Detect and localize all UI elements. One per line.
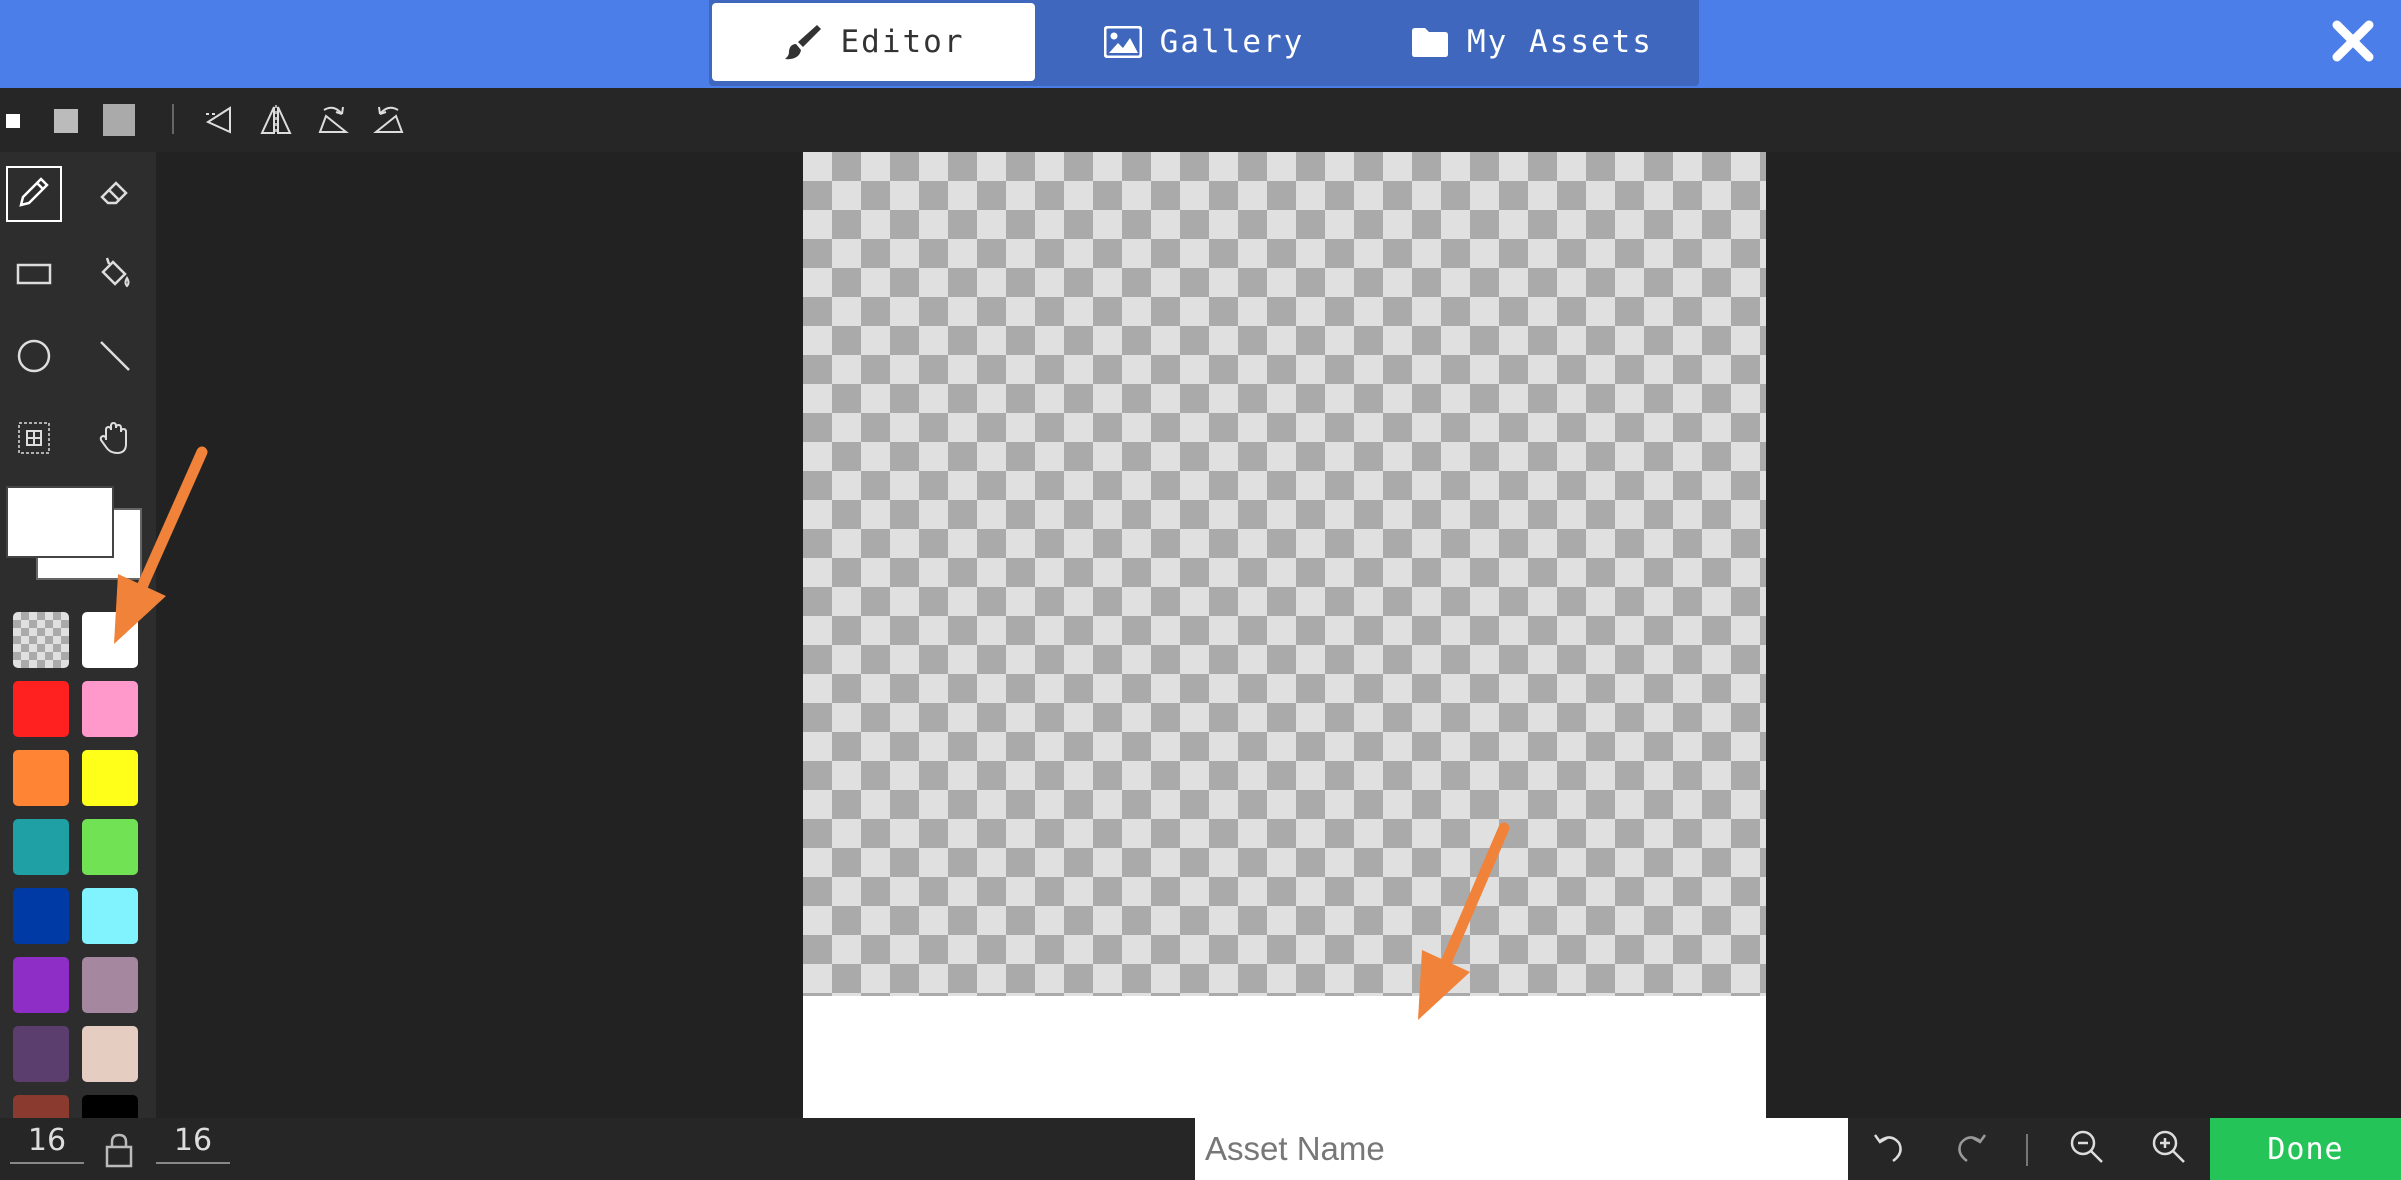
- marquee-select-tool[interactable]: [6, 412, 62, 468]
- tab-editor[interactable]: Editor: [712, 3, 1035, 81]
- bottom-divider: [2026, 1134, 2028, 1166]
- swatch-purple[interactable]: [13, 957, 69, 1013]
- zoom-in-icon: [2151, 1129, 2187, 1169]
- swatch-mauve[interactable]: [82, 957, 138, 1013]
- tab-gallery-label: Gallery: [1159, 24, 1305, 60]
- brush-size-large[interactable]: [103, 104, 135, 136]
- tab-my-assets[interactable]: My Assets: [1369, 3, 1695, 81]
- close-icon: [2330, 20, 2376, 68]
- swatch-white[interactable]: [82, 612, 138, 668]
- circle-icon: [16, 338, 52, 378]
- close-button[interactable]: [2330, 18, 2376, 64]
- flip-horizontal-icon[interactable]: [204, 104, 236, 140]
- toolbar-divider: [172, 104, 174, 134]
- width-input[interactable]: [10, 1118, 84, 1164]
- pencil-icon: [17, 175, 51, 213]
- swatch-red[interactable]: [13, 681, 69, 737]
- top-bar: Editor Gallery My Assets: [0, 0, 2401, 88]
- undo-icon: [1871, 1129, 1907, 1169]
- swatch-transparent[interactable]: [13, 612, 69, 668]
- mode-tabs: Editor Gallery My Assets: [709, 0, 1699, 86]
- swatch-dark-blue[interactable]: [13, 888, 69, 944]
- redo-icon: [1953, 1129, 1989, 1169]
- swatch-brown[interactable]: [13, 1095, 69, 1118]
- fill-bucket-icon: [97, 256, 133, 296]
- swatch-light-blue[interactable]: [82, 888, 138, 944]
- swatch-beige[interactable]: [82, 1026, 138, 1082]
- fill-bucket-tool[interactable]: [87, 248, 143, 304]
- swatch-orange[interactable]: [13, 750, 69, 806]
- brush-size-medium[interactable]: [54, 109, 78, 133]
- rotate-clockwise-icon[interactable]: [316, 104, 350, 140]
- toolbar: [0, 88, 2401, 152]
- swatch-green[interactable]: [82, 819, 138, 875]
- rectangle-icon: [16, 262, 52, 290]
- eraser-tool[interactable]: [87, 166, 143, 222]
- image-icon: [1103, 26, 1142, 58]
- bottom-bar: Done: [0, 1118, 2401, 1180]
- zoom-out-icon: [2069, 1129, 2105, 1169]
- brush-size-small[interactable]: [6, 114, 20, 128]
- paintbrush-icon: [783, 22, 823, 62]
- pencil-tool[interactable]: [6, 166, 62, 222]
- marquee-icon: [17, 421, 51, 459]
- redo-button[interactable]: [1948, 1126, 1994, 1172]
- eraser-icon: [98, 175, 132, 213]
- tab-gallery[interactable]: Gallery: [1039, 3, 1369, 81]
- swatch-teal[interactable]: [13, 819, 69, 875]
- circle-tool[interactable]: [6, 330, 62, 386]
- canvas-bottom-area: [803, 996, 1766, 1118]
- zoom-in-button[interactable]: [2146, 1126, 2192, 1172]
- drawing-canvas[interactable]: [803, 152, 1766, 996]
- rectangle-tool[interactable]: [6, 248, 62, 304]
- done-button[interactable]: Done: [2210, 1118, 2401, 1180]
- flip-vertical-icon[interactable]: [260, 104, 292, 140]
- asset-name-input[interactable]: [1195, 1118, 1848, 1180]
- height-input[interactable]: [156, 1118, 230, 1164]
- folder-icon: [1411, 26, 1449, 58]
- undo-button[interactable]: [1866, 1126, 1912, 1172]
- swatch-black[interactable]: [82, 1095, 138, 1118]
- line-icon: [97, 338, 133, 378]
- line-tool[interactable]: [87, 330, 143, 386]
- tab-my-assets-label: My Assets: [1467, 24, 1653, 60]
- swatch-pink[interactable]: [82, 681, 138, 737]
- lock-icon[interactable]: [104, 1132, 134, 1172]
- tool-palette: [0, 152, 156, 1118]
- swatch-yellow[interactable]: [82, 750, 138, 806]
- zoom-out-button[interactable]: [2064, 1126, 2110, 1172]
- tab-editor-label: Editor: [840, 24, 965, 60]
- pan-hand-icon: [98, 420, 132, 460]
- swatch-dark-purple[interactable]: [13, 1026, 69, 1082]
- pan-tool[interactable]: [87, 412, 143, 468]
- rotate-counterclockwise-icon[interactable]: [372, 104, 406, 140]
- primary-color[interactable]: [6, 486, 114, 558]
